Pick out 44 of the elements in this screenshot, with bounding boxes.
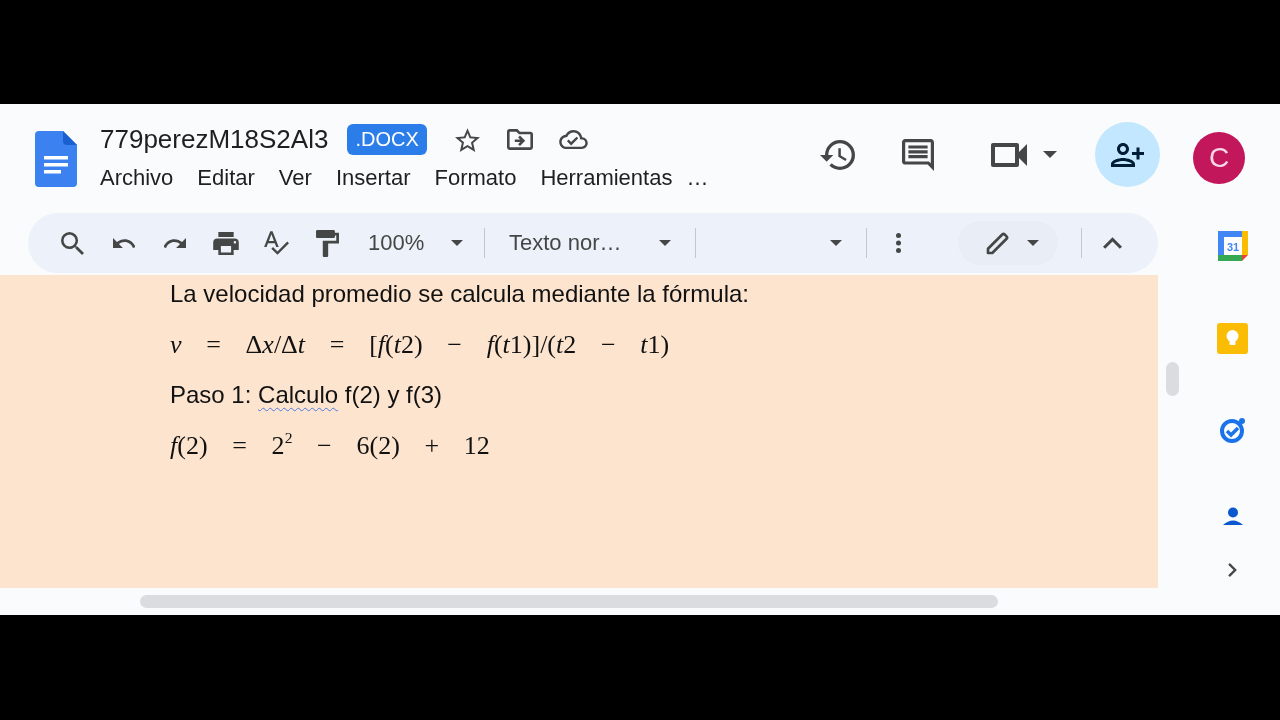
horizontal-scrollbar[interactable] xyxy=(140,595,998,608)
spellcheck-icon[interactable] xyxy=(264,231,289,255)
docs-logo-icon[interactable] xyxy=(35,130,77,187)
person-icon[interactable] xyxy=(1222,507,1243,525)
file-format-badge: .DOCX xyxy=(347,124,427,155)
check-circle-icon[interactable] xyxy=(1218,416,1247,444)
menu-item[interactable]: Ver xyxy=(278,164,312,191)
document-title[interactable]: 779perezM18S2Al3 xyxy=(100,124,329,155)
menu-item[interactable]: Editar xyxy=(197,164,255,191)
undo-icon[interactable] xyxy=(112,238,135,248)
video-camera-icon[interactable] xyxy=(991,142,1027,167)
vertical-scrollbar[interactable] xyxy=(1166,362,1179,396)
paragraph-style-dropdown[interactable]: Texto nor… xyxy=(485,223,683,263)
caret-icon xyxy=(659,240,671,246)
star-icon[interactable] xyxy=(454,127,480,152)
redo-icon[interactable] xyxy=(163,238,186,248)
print-icon[interactable] xyxy=(212,231,239,255)
paragraph-text: La velocidad promedio se calcula mediante la fórmula: xyxy=(170,279,750,309)
caret-icon[interactable] xyxy=(1043,151,1057,158)
paint-roller-icon[interactable] xyxy=(316,229,339,257)
search-icon[interactable] xyxy=(61,231,84,255)
cloud-check-icon[interactable] xyxy=(558,130,588,149)
pencil-icon xyxy=(986,231,1010,255)
menu-item[interactable]: Insertar xyxy=(335,164,411,191)
more-menu-button[interactable]: … xyxy=(686,164,709,191)
caret-icon xyxy=(1027,240,1039,246)
more-options-icon[interactable] xyxy=(895,233,901,253)
menu-item[interactable]: Archivo xyxy=(100,164,174,191)
menu-item[interactable]: Formato xyxy=(434,164,517,191)
equation: f(2) = 2$^{2}$ − 6(2) + 12 xyxy=(170,427,491,462)
chevron-up-icon[interactable] xyxy=(1102,237,1122,249)
person-add-icon xyxy=(1111,142,1144,167)
caret-icon xyxy=(451,240,463,246)
comment-icon[interactable] xyxy=(902,138,934,171)
menu-item[interactable]: Herramientas xyxy=(540,164,673,191)
chevron-right-icon[interactable] xyxy=(1228,563,1237,577)
caret-icon[interactable] xyxy=(830,240,842,246)
account-avatar[interactable]: C xyxy=(1193,131,1245,184)
paragraph-text: Paso 1: Calculo f(2) y f(3) xyxy=(170,380,444,410)
history-icon[interactable] xyxy=(820,139,855,170)
equation: v = Δx/Δt = [f(t2) − f(t1)]/(t2 − t1) xyxy=(170,328,671,361)
folder-move-icon[interactable] xyxy=(506,129,533,150)
zoom-dropdown[interactable]: 100% xyxy=(353,223,471,263)
editing-mode-button[interactable] xyxy=(958,221,1058,265)
